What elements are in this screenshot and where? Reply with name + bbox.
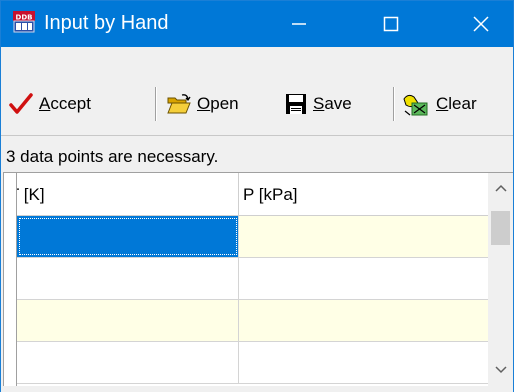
clear-button[interactable]: Clear [402,79,477,129]
grid-header: T [K] P [kPa] [17,173,489,216]
column-header-t[interactable]: T [K] [17,173,239,215]
save-button[interactable]: Save [285,79,352,129]
toolbar-spacer [1,47,513,79]
window-title: Input by Hand [44,12,169,34]
cell-t[interactable] [17,300,239,341]
chevron-up-icon [494,184,507,192]
folder-open-icon [167,94,191,114]
status-message: 3 data points are necessary. [1,135,513,171]
minimize-icon [292,23,306,25]
open-mnemonic: O [197,94,211,113]
scroll-down-button[interactable] [488,355,513,385]
data-grid[interactable]: T [K] P [kPa] [16,172,489,387]
accept-button[interactable]: Accept [9,79,91,129]
maximize-button[interactable] [363,1,419,47]
open-label: pen [210,94,239,113]
scroll-thumb[interactable] [491,211,510,245]
window-bottom-edge [1,386,513,392]
cell-p[interactable] [239,216,489,257]
minimize-button[interactable] [271,1,327,47]
cell-p[interactable] [239,300,489,341]
toolbar-separator [393,87,394,121]
column-header-p[interactable]: P [kPa] [239,173,489,215]
open-button[interactable]: Open [167,79,239,129]
toolbar-separator [155,87,156,121]
eraser-clear-icon [403,94,428,116]
input-by-hand-window: DDB Input by Hand Accept Open Save Clear… [0,0,514,392]
accept-mnemonic: A [39,94,51,113]
accept-label: ccept [50,94,91,113]
ddb-app-icon: DDB [13,11,35,33]
checkmark-icon [9,93,33,114]
cell-t[interactable] [17,216,239,257]
close-icon [473,16,489,32]
close-button[interactable] [453,1,509,47]
table-row[interactable] [17,300,489,342]
chevron-down-icon [494,366,507,374]
table-row[interactable] [17,258,489,300]
table-row[interactable] [17,342,489,384]
grid-left-border [3,172,17,387]
maximize-icon [383,16,399,32]
clear-mnemonic: C [436,94,449,113]
app-icon-text: DDB [16,14,33,22]
vertical-scrollbar[interactable] [488,172,513,387]
save-mnemonic: S [313,94,325,113]
cell-p[interactable] [239,258,489,299]
save-label: ave [324,94,352,113]
floppy-disk-icon [286,94,306,114]
toolbar: Accept Open Save Clear [1,79,513,129]
table-row[interactable] [17,216,489,258]
clear-label: lear [448,94,477,113]
cell-t[interactable] [17,342,239,383]
cell-t[interactable] [17,258,239,299]
scroll-up-button[interactable] [488,173,513,203]
cell-p[interactable] [239,342,489,383]
title-bar[interactable]: DDB Input by Hand [1,1,513,47]
